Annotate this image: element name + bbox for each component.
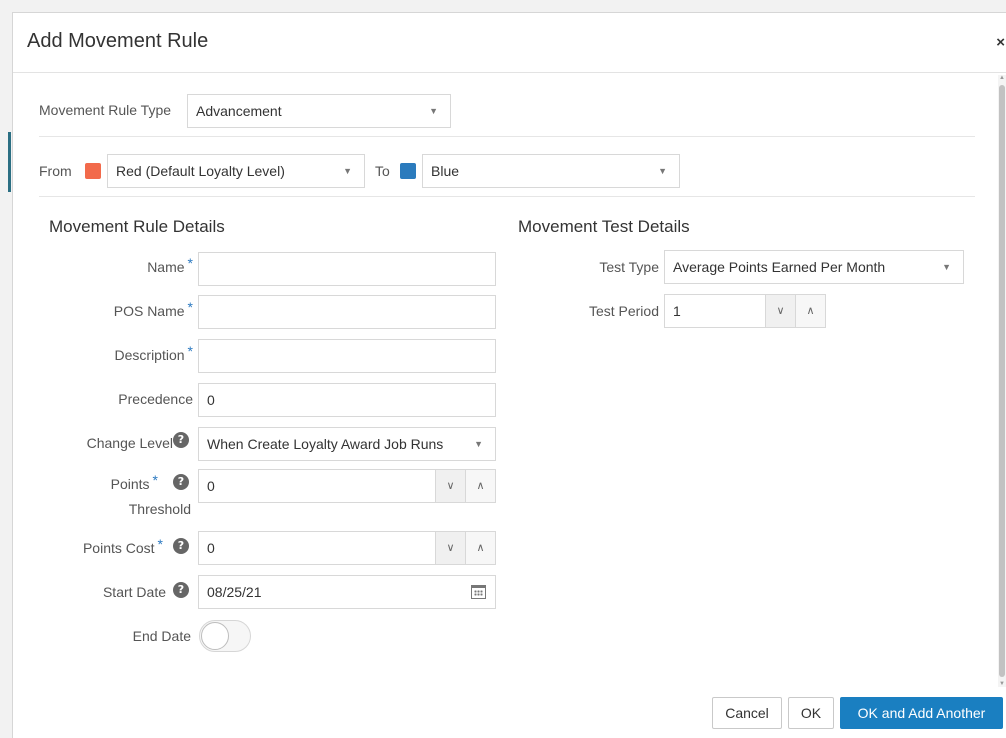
help-icon[interactable]: ? bbox=[173, 582, 189, 598]
start-date-label: Start Date bbox=[102, 584, 166, 600]
from-level-select[interactable]: Red (Default Loyalty Level) ▼ bbox=[107, 154, 365, 188]
to-label: To bbox=[375, 163, 390, 179]
cancel-button[interactable]: Cancel bbox=[712, 697, 782, 729]
test-period-stepper[interactable]: 1 ∨ ∧ bbox=[664, 294, 826, 328]
required-asterisk: * bbox=[187, 255, 193, 271]
calendar-icon[interactable] bbox=[471, 585, 486, 599]
points-threshold-label-line2: Threshold bbox=[128, 501, 191, 517]
background-page-accent bbox=[8, 132, 11, 192]
end-date-toggle[interactable] bbox=[199, 620, 251, 652]
end-date-label: End Date bbox=[132, 628, 191, 644]
close-icon[interactable]: × bbox=[996, 35, 1005, 50]
toggle-knob bbox=[201, 622, 229, 650]
help-icon[interactable]: ? bbox=[173, 538, 189, 554]
chevron-down-icon: ▼ bbox=[658, 166, 667, 176]
background-page-edge bbox=[0, 0, 12, 738]
movement-test-details-title: Movement Test Details bbox=[518, 217, 690, 236]
required-asterisk: * bbox=[187, 343, 193, 359]
start-date-input[interactable]: 08/25/21 bbox=[198, 575, 496, 609]
chevron-down-icon[interactable]: ∨ bbox=[765, 295, 795, 327]
precedence-input[interactable]: 0 bbox=[198, 383, 496, 417]
change-level-select[interactable]: When Create Loyalty Award Job Runs ▼ bbox=[198, 427, 496, 461]
ok-button[interactable]: OK bbox=[788, 697, 834, 729]
from-level-value: Red (Default Loyalty Level) bbox=[116, 163, 285, 179]
scrollbar-thumb[interactable] bbox=[999, 85, 1005, 677]
scroll-up-arrow-icon[interactable]: ▲ bbox=[999, 75, 1005, 81]
points-cost-value: 0 bbox=[207, 540, 215, 556]
help-icon[interactable]: ? bbox=[173, 432, 189, 448]
help-icon[interactable]: ? bbox=[173, 474, 189, 490]
start-date-value: 08/25/21 bbox=[207, 584, 262, 600]
divider bbox=[39, 196, 975, 197]
description-label: Description * bbox=[114, 343, 193, 363]
chevron-down-icon: ▼ bbox=[343, 166, 352, 176]
chevron-up-icon[interactable]: ∧ bbox=[465, 532, 495, 564]
movement-rule-type-select[interactable]: Advancement ▼ bbox=[187, 94, 451, 128]
dialog-title: Add Movement Rule bbox=[27, 30, 209, 52]
points-cost-stepper[interactable]: 0 ∨ ∧ bbox=[198, 531, 496, 565]
divider bbox=[39, 136, 975, 137]
test-type-select[interactable]: Average Points Earned Per Month ▼ bbox=[664, 250, 964, 284]
name-label: Name * bbox=[147, 255, 193, 275]
required-asterisk: * bbox=[187, 299, 193, 315]
from-level-color-swatch bbox=[85, 163, 101, 179]
chevron-up-icon[interactable]: ∧ bbox=[465, 470, 495, 502]
test-type-label: Test Type bbox=[599, 259, 659, 275]
test-period-value: 1 bbox=[673, 303, 681, 319]
add-movement-rule-dialog: Add Movement Rule × ▲ ▼ Movement Rule Ty… bbox=[12, 12, 1006, 738]
test-type-value: Average Points Earned Per Month bbox=[673, 259, 886, 275]
test-period-label: Test Period bbox=[588, 303, 659, 319]
chevron-down-icon: ▼ bbox=[474, 439, 483, 449]
chevron-down-icon[interactable]: ∨ bbox=[435, 470, 465, 502]
points-cost-label: Points Cost * bbox=[82, 536, 163, 556]
to-level-color-swatch bbox=[400, 163, 416, 179]
background-page-top bbox=[12, 0, 1006, 12]
chevron-up-icon[interactable]: ∧ bbox=[795, 295, 825, 327]
movement-rule-type-label: Movement Rule Type bbox=[39, 102, 172, 118]
scroll-down-arrow-icon[interactable]: ▼ bbox=[999, 681, 1005, 687]
description-input[interactable] bbox=[198, 339, 496, 373]
pos-name-label: POS Name * bbox=[113, 299, 193, 319]
points-threshold-label: Points * bbox=[110, 472, 158, 492]
chevron-down-icon[interactable]: ∨ bbox=[435, 532, 465, 564]
required-asterisk: * bbox=[157, 536, 163, 552]
chevron-down-icon: ▼ bbox=[942, 262, 951, 272]
movement-rule-details-title: Movement Rule Details bbox=[49, 217, 225, 236]
dialog-header: Add Movement Rule × bbox=[13, 13, 1006, 73]
required-asterisk: * bbox=[152, 472, 158, 488]
to-level-select[interactable]: Blue ▼ bbox=[422, 154, 680, 188]
to-level-value: Blue bbox=[431, 163, 460, 179]
movement-rule-type-value: Advancement bbox=[196, 103, 282, 119]
precedence-label: Precedence bbox=[118, 391, 193, 407]
points-threshold-value: 0 bbox=[207, 478, 215, 494]
from-label: From bbox=[39, 163, 72, 179]
change-level-label: Change Level bbox=[86, 435, 173, 451]
name-input[interactable] bbox=[198, 252, 496, 286]
ok-and-add-another-button[interactable]: OK and Add Another bbox=[840, 697, 1003, 729]
change-level-value: When Create Loyalty Award Job Runs bbox=[207, 436, 444, 452]
pos-name-input[interactable] bbox=[198, 295, 496, 329]
chevron-down-icon: ▼ bbox=[429, 106, 438, 116]
points-threshold-stepper[interactable]: 0 ∨ ∧ bbox=[198, 469, 496, 503]
